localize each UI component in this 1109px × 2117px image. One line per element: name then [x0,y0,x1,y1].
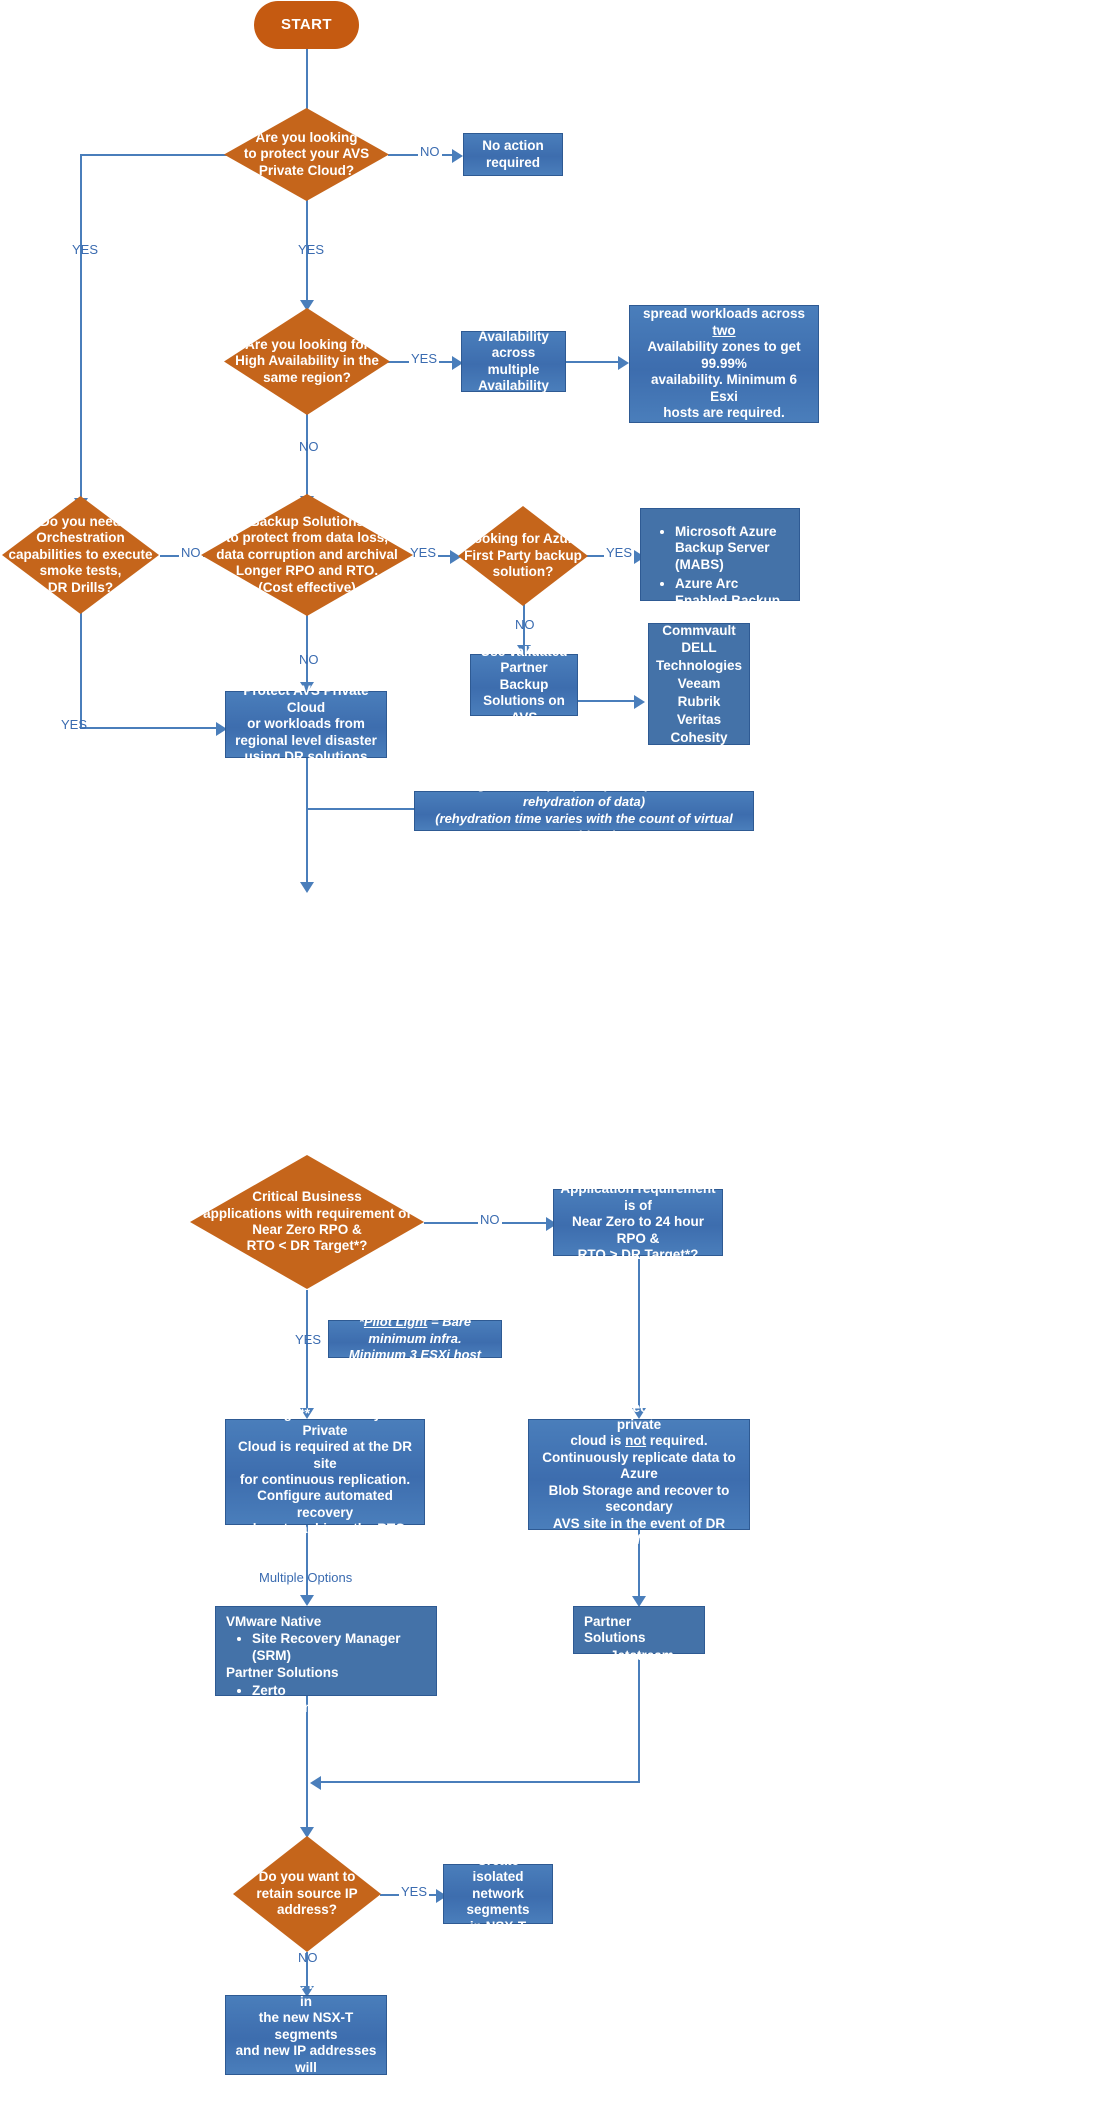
node-ha-across-az[interactable]: High Availability across multiple Availa… [461,312,566,409]
edge-label-no-ha: NO [299,439,319,454]
azure-backup-products-list: Microsoft Azure Backup Server (MABS) Azu… [649,524,789,609]
list-item: Site Recovery Manager (SRM) [252,1631,428,1664]
node-isolated-segments-text: Create isolated network segments in NSX-… [466,1852,530,1934]
node-high-availability-decision[interactable]: Are you looking for High Availability in… [224,308,390,415]
node-protect-avs-decision[interactable]: Are you looking to protect your AVS Priv… [224,108,389,201]
edge-label-yes-critical: YES [295,1332,322,1347]
node-app-requirement-text: Application requirement is of Near Zero … [560,1181,716,1263]
node-backup-solutions-decision[interactable]: Backup Solutions to protect from data lo… [201,494,413,616]
dr-products-right-header-1: Partner Solutions [584,1614,646,1646]
node-azure-first-party-decision[interactable]: Looking for Azure First Party backup sol… [458,506,588,606]
edge-label-no-backup: NO [299,652,319,667]
dr-products-right-list-1: Jetstream [586,1648,696,1664]
list-item: Jetstream [610,1648,696,1664]
node-new-ip-text: VMs will be brought up in the new NSX-T … [232,1977,380,2092]
edge-label-no-retain: NO [298,1950,318,1965]
node-partner-vendors-text: Commvault DELL Technologies Veeam Rubrik… [655,622,742,745]
dr-products-left-list-2: Zerto Jetstream [228,1683,428,1717]
node-isolated-segments[interactable]: Create isolated network segments in NSX-… [443,1853,553,1934]
list-item: Microsoft Azure Backup Server (MABS) [675,524,789,573]
list-item: Azure Arc Enabled Backup [675,576,789,609]
edge-label-yes-ha: YES [409,351,440,366]
edge-label-yes-left: YES [72,242,99,257]
connector-partner-to-vendors [578,700,640,702]
node-ha-across-az-text: High Availability across multiple Availa… [478,312,549,410]
edge-label-no-azure: NO [515,617,535,632]
arrowhead-right [452,149,463,163]
connector-protect-left [80,154,228,156]
list-item: Zerto [252,1683,428,1699]
node-retain-ip-decision[interactable]: Do you want to retain source IP address? [233,1836,381,1952]
connector-note-in [306,808,414,810]
node-backup-solutions-text: Backup Solutions to protect from data lo… [216,513,398,595]
note-pilot-light-text: *Pilot Light = Bare minimum infra. Minim… [348,1313,482,1363]
connector-orchestration-yes-right [80,727,222,729]
note-dr-target: *DR Target = Time (to spin up AVS privat… [414,777,754,843]
connector-products-right-down [638,1659,640,1783]
flowchart-canvas: NO YES YES YES NO NO YES NO YES NO YES N… [0,0,1109,2117]
edge-label-yes-retain: YES [399,1884,430,1899]
node-dr-products-left[interactable]: VMware Native Site Recovery Manager (SRM… [215,1606,437,1715]
dr-products-left-list-1: Site Recovery Manager (SRM) [228,1631,428,1664]
node-retain-ip-text: Do you want to retain source IP address? [256,1869,358,1918]
list-item: Jetstream [252,1700,428,1716]
node-start-label: START [281,15,332,33]
connector-orchestration-yes-down [80,604,82,728]
note-dr-target-text: *DR Target = Time (to spin up AVS privat… [430,777,738,843]
connector-merge-left [318,1781,640,1783]
edge-label-yes-backup: YES [408,545,439,560]
dr-products-left-header-2: Partner Solutions [226,1665,339,1681]
node-app-requirement[interactable]: Application requirement is of Near Zero … [553,1181,723,1262]
node-no-action-text: No action required [482,138,544,170]
connector-app-req-down [638,1256,640,1416]
connector-protect-dr-down [306,758,308,890]
node-orchestration-decision[interactable]: Do you need Orchestration capabilities t… [2,496,159,614]
connector-ha-box-to-stretch [566,361,622,363]
node-pilot-light-not-required-text: Pilot Light secondary AVS private cloud … [542,1400,736,1548]
edge-label-yes-azure: YES [604,545,635,560]
node-start[interactable]: START [254,1,359,49]
node-partner-backup-text: Use validated Partner Backup Solutions o… [480,643,568,725]
arrowhead-down [300,882,314,893]
node-new-ip[interactable]: VMs will be brought up in the new NSX-T … [225,1977,387,2091]
node-critical-business-decision[interactable]: Critical Business applications with requ… [190,1155,424,1289]
edge-label-yes-to-dr: YES [61,717,88,732]
node-high-availability-text: Are you looking for High Availability in… [235,336,379,385]
dr-products-left-header-1: VMware Native [226,1614,322,1629]
arrowhead-left [310,1776,321,1790]
arrowhead-right [618,356,629,370]
node-dr-products-right[interactable]: Partner Solutions Jetstream [573,1606,705,1663]
node-protect-dr-text: Protect AVS Private Cloud or workloads f… [235,683,377,765]
node-no-action[interactable]: No action required [463,133,563,176]
node-pilot-light-required[interactable]: Pilot Light* secondary AVS Private Cloud… [225,1406,425,1536]
node-azure-backup-products[interactable]: Microsoft Azure Backup Server (MABS) Azu… [640,508,800,608]
edge-label-no-orchestration: NO [179,545,203,560]
connector-ha-no-down [306,414,308,504]
arrowhead-right [634,695,645,709]
arrowhead-down [300,1595,314,1606]
node-partner-backup[interactable]: Use validated Partner Backup Solutions o… [470,644,578,725]
connector-left-down [80,154,82,506]
node-critical-business-text: Critical Business applications with requ… [203,1189,411,1254]
connector-critical-yes-down [306,1290,308,1416]
edge-label-yes-protect-down: YES [298,242,325,257]
node-partner-vendors[interactable]: Commvault DELL Technologies Veeam Rubrik… [648,623,750,745]
note-pilot-light: *Pilot Light = Bare minimum infra. Minim… [328,1314,502,1362]
node-stretch-clusters[interactable]: Use AVS Stretch Clusters to spread workl… [629,273,819,453]
node-azure-first-party-text: Looking for Azure First Party backup sol… [464,531,582,580]
edge-label-multiple-options: Multiple Options [259,1570,353,1585]
node-protect-dr[interactable]: Protect AVS Private Cloud or workloads f… [225,683,387,764]
node-stretch-clusters-text: Use AVS Stretch Clusters to spread workl… [642,273,806,454]
node-protect-avs-text: Are you looking to protect your AVS Priv… [243,129,370,178]
edge-label-no-protect: NO [418,144,442,159]
connector-backup-no-down [306,606,308,690]
node-pilot-light-not-required[interactable]: Pilot Light secondary AVS private cloud … [528,1400,750,1547]
node-orchestration-text: Do you need Orchestration capabilities t… [8,513,153,595]
edge-label-no-critical: NO [478,1212,502,1227]
node-pilot-light-required-text: Pilot Light* secondary AVS Private Cloud… [237,1406,413,1537]
connector-down-to-retain [306,1769,308,1835]
